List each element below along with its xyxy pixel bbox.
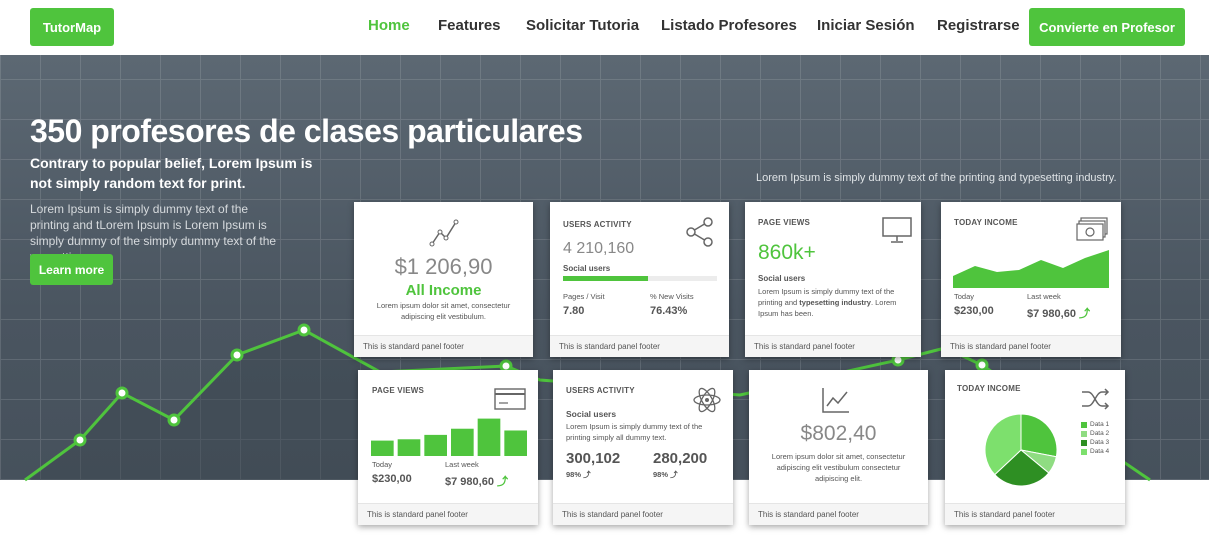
- legend-label: Data 2: [1090, 430, 1110, 437]
- pages-visit-value: 7.80: [563, 305, 585, 317]
- users-progress-fill: [563, 276, 648, 281]
- users-activity-panel-2: USERS ACTIVITY Social users Lorem Ipsum …: [553, 370, 733, 525]
- last-week-label: Last week: [445, 460, 479, 469]
- trend-up-icon: ⤴: [1079, 308, 1090, 320]
- legend-swatch: [1081, 448, 1087, 455]
- money-icon: [1076, 217, 1108, 241]
- income-description: Lorem ipsum dolor sit amet, consectetur …: [376, 301, 511, 321]
- users-activity-title: USERS ACTIVITY: [563, 220, 632, 229]
- pie-slice-1: [1020, 413, 1058, 458]
- page-views-bar-chart: [371, 418, 527, 456]
- panel-footer: This is standard panel footer: [354, 335, 533, 357]
- today-value: $230,00: [372, 473, 412, 485]
- legend-item: Data 2: [1081, 429, 1109, 438]
- legend-item: Data 4: [1081, 447, 1109, 456]
- panel-footer: This is standard panel footer: [941, 335, 1121, 357]
- last-week-label: Last week: [1027, 292, 1061, 301]
- today-income-panel: TODAY INCOME Today $230,00 Last week $7 …: [941, 202, 1121, 357]
- stat-amount: $802,40: [800, 422, 877, 445]
- income-panel: $1 206,90 All Income Lorem ipsum dolor s…: [354, 202, 533, 357]
- legend-label: Data 1: [1090, 421, 1110, 428]
- income-amount: $1 206,90: [394, 254, 493, 279]
- users-progress-bar: [563, 276, 717, 281]
- today-label: Today: [954, 292, 975, 301]
- users-activity-value: 4 210,160: [563, 240, 635, 257]
- atom-icon: [693, 387, 721, 413]
- page-views-description: Lorem Ipsum is simply dummy text of the …: [758, 287, 897, 318]
- legend-item: Data 1: [1081, 420, 1109, 429]
- legend-swatch: [1081, 421, 1087, 428]
- panel-footer: This is standard panel footer: [550, 335, 729, 357]
- trend-up-icon: ⤴: [497, 476, 508, 488]
- social-users-label: Social users: [563, 264, 611, 273]
- users-activity-panel: USERS ACTIVITY 4 210,160 Social users Pa…: [550, 202, 729, 357]
- page-views-panel: PAGE VIEWS 860k+ Social users Lorem Ipsu…: [745, 202, 921, 357]
- social-users-label: Social users: [566, 409, 617, 419]
- bar-5: [477, 418, 501, 456]
- legend-swatch: [1081, 439, 1087, 446]
- credit-card-icon: [494, 388, 526, 410]
- users-activity-title: USERS ACTIVITY: [566, 386, 635, 395]
- income-label: All Income: [405, 282, 482, 299]
- page-views-title: PAGE VIEWS: [758, 218, 811, 227]
- monitor-icon: [882, 217, 912, 243]
- today-label: Today: [372, 460, 393, 469]
- bar-1: [371, 440, 394, 456]
- pie-legend: Data 1 Data 2 Data 3 Data 4: [1081, 420, 1109, 456]
- bar-3: [424, 434, 447, 456]
- page-views-bars-title: PAGE VIEWS: [372, 386, 425, 395]
- bar-6: [504, 430, 527, 456]
- users-activity-description: Lorem Ipsum is simply dummy text of the …: [566, 422, 703, 442]
- share-icon: [686, 217, 713, 247]
- page-views-value: 860k+: [758, 241, 816, 264]
- legend-swatch: [1081, 430, 1087, 437]
- users-value-1: 300,102: [566, 450, 621, 467]
- page-views-bars-panel: PAGE VIEWS Today $230,00 Last week $7 98…: [358, 370, 538, 525]
- today-income-title: TODAY INCOME: [954, 218, 1018, 227]
- income-pie-chart: [984, 413, 1058, 487]
- users-value-2: 280,200: [653, 450, 708, 467]
- shuffle-icon: [1082, 388, 1110, 410]
- pages-visit-label: Pages / Visit: [563, 292, 605, 301]
- bar-2: [397, 439, 421, 456]
- new-visits-label: % New Visits: [650, 292, 694, 301]
- users-pct-2: 98% ⤴: [653, 470, 678, 479]
- panel-footer: This is standard panel footer: [945, 503, 1125, 525]
- income-area-chart: [953, 250, 1109, 288]
- panel-footer: This is standard panel footer: [749, 503, 928, 525]
- today-income-title: TODAY INCOME: [957, 384, 1021, 393]
- last-week-value: $7 980,60 ⤴: [445, 476, 508, 488]
- panel-footer: This is standard panel footer: [745, 335, 921, 357]
- today-value: $230,00: [954, 305, 994, 317]
- panel-footer: This is standard panel footer: [553, 503, 733, 525]
- legend-label: Data 4: [1090, 448, 1110, 455]
- stat-panel: $802,40 Lorem ipsum dolor sit amet, cons…: [749, 370, 928, 525]
- today-income-pie-panel: TODAY INCOME Data 1 Data 2 Data 3 Data 4 Th…: [945, 370, 1125, 525]
- legend-label: Data 3: [1090, 439, 1110, 446]
- legend-item: Data 3: [1081, 438, 1109, 447]
- panel-footer: This is standard panel footer: [358, 503, 538, 525]
- last-week-value: $7 980,60 ⤴: [1027, 308, 1090, 320]
- new-visits-value: 76.43%: [650, 305, 688, 317]
- stat-description: Lorem ipsum dolor sit amet, consectetur …: [771, 452, 906, 483]
- users-pct-1: 98% ⤴: [566, 470, 591, 479]
- page-views-sub: Social users: [758, 274, 806, 283]
- area-chart-icon: [822, 388, 849, 413]
- bar-4: [451, 428, 474, 456]
- line-chart-icon: [429, 219, 459, 247]
